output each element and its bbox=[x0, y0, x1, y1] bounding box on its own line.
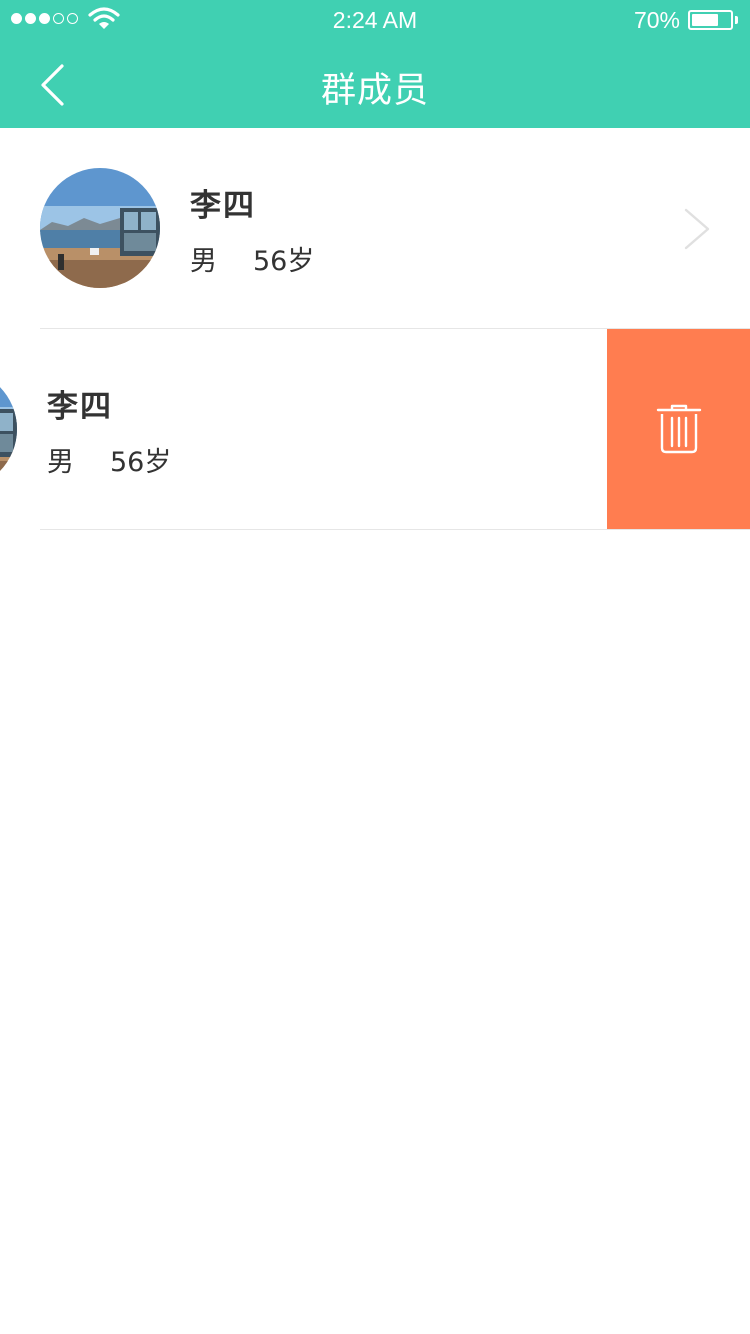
trash-icon bbox=[656, 404, 701, 454]
battery-level bbox=[692, 14, 718, 26]
avatar bbox=[40, 168, 160, 288]
member-info: 男 56岁 bbox=[190, 239, 314, 278]
battery-percentage: 70% bbox=[633, 7, 680, 33]
avatar bbox=[0, 369, 17, 489]
battery-tip bbox=[735, 16, 738, 24]
member-name: 李四 bbox=[190, 188, 256, 224]
chevron-right-icon bbox=[684, 208, 710, 250]
avatar-photo bbox=[40, 168, 160, 288]
member-age: 56岁 bbox=[110, 447, 172, 478]
member-row-content[interactable]: 李四 男 56岁 bbox=[0, 128, 750, 328]
divider bbox=[40, 529, 750, 530]
member-row: 李四 男 56岁 bbox=[0, 329, 750, 529]
avatar-photo bbox=[0, 369, 17, 489]
delete-button[interactable] bbox=[607, 329, 750, 529]
header: 2:24 AM 70% 群成员 bbox=[0, 0, 750, 128]
page-title: 群成员 bbox=[320, 71, 429, 111]
member-age: 56岁 bbox=[253, 246, 315, 277]
member-row-content[interactable]: 李四 男 56岁 bbox=[0, 329, 607, 529]
member-gender: 男 bbox=[190, 246, 217, 277]
battery-icon bbox=[688, 10, 733, 30]
member-gender: 男 bbox=[47, 447, 74, 478]
member-info: 男 56岁 bbox=[47, 440, 171, 479]
status-bar: 2:24 AM 70% bbox=[0, 0, 750, 40]
member-name: 李四 bbox=[47, 389, 113, 425]
member-row: 李四 男 56岁 bbox=[0, 128, 750, 328]
